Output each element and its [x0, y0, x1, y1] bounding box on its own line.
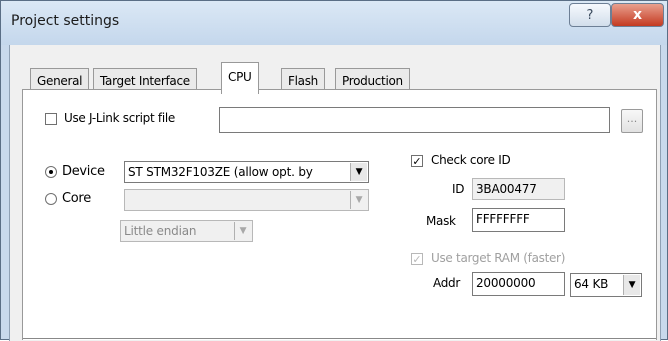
close-button[interactable]: x	[611, 3, 664, 27]
check-core-id-label: Check core ID	[431, 153, 511, 167]
endian-select-value: Little endian	[124, 224, 197, 238]
mask-label: Mask	[426, 214, 456, 228]
ram-size-value: 64 KB	[574, 277, 609, 291]
help-button[interactable]: ?	[569, 3, 611, 27]
ram-addr-input[interactable]: 20000000	[472, 272, 565, 296]
close-icon: x	[632, 7, 643, 23]
device-radio-label: Device	[62, 164, 105, 179]
chevron-down-icon: ▼	[623, 275, 640, 295]
check-mark-icon: ✓	[412, 252, 422, 266]
browse-script-button[interactable]: ...	[621, 109, 643, 133]
chevron-down-icon: ▼	[234, 222, 251, 240]
radio-selected-dot	[49, 170, 53, 174]
mask-input[interactable]: FFFFFFFF	[472, 208, 565, 232]
ram-size-select[interactable]: 64 KB ▼	[570, 273, 642, 297]
device-select-value: ST STM32F103ZE (allow opt. by	[128, 165, 313, 179]
title-bar[interactable]: Project settings ? x	[1, 1, 667, 45]
chevron-down-icon: ▼	[350, 163, 367, 181]
device-select[interactable]: ST STM32F103ZE (allow opt. by ▼	[124, 161, 369, 183]
core-id-field: 3BA00477	[472, 178, 565, 200]
tab-label: Production	[342, 74, 403, 88]
tab-label: Target Interface	[100, 74, 190, 88]
help-icon: ?	[586, 7, 594, 23]
ellipsis-icon: ...	[626, 112, 638, 125]
core-radio-label: Core	[62, 191, 91, 206]
window-title: Project settings	[11, 13, 120, 29]
tab-label: Flash	[288, 74, 318, 88]
script-file-path-input[interactable]	[219, 107, 610, 133]
endian-select[interactable]: Little endian ▼	[120, 220, 253, 242]
core-id-label: ID	[452, 182, 465, 196]
tab-label: CPU	[228, 70, 252, 84]
check-mark-icon: ✓	[412, 154, 422, 168]
core-radio[interactable]	[45, 193, 57, 205]
use-target-ram-checkbox[interactable]: ✓	[411, 253, 423, 265]
use-script-checkbox[interactable]	[45, 113, 57, 125]
separator-line	[23, 338, 656, 339]
use-target-ram-label: Use target RAM (faster)	[431, 251, 566, 265]
device-radio[interactable]	[45, 166, 57, 178]
core-select[interactable]: ▼	[124, 189, 369, 211]
tab-cpu[interactable]: CPU	[221, 62, 259, 94]
tab-label: General	[37, 74, 83, 88]
check-core-id-checkbox[interactable]: ✓	[411, 155, 423, 167]
use-script-label: Use J-Link script file	[64, 111, 175, 125]
addr-label: Addr	[433, 276, 460, 290]
chevron-down-icon: ▼	[350, 191, 367, 209]
